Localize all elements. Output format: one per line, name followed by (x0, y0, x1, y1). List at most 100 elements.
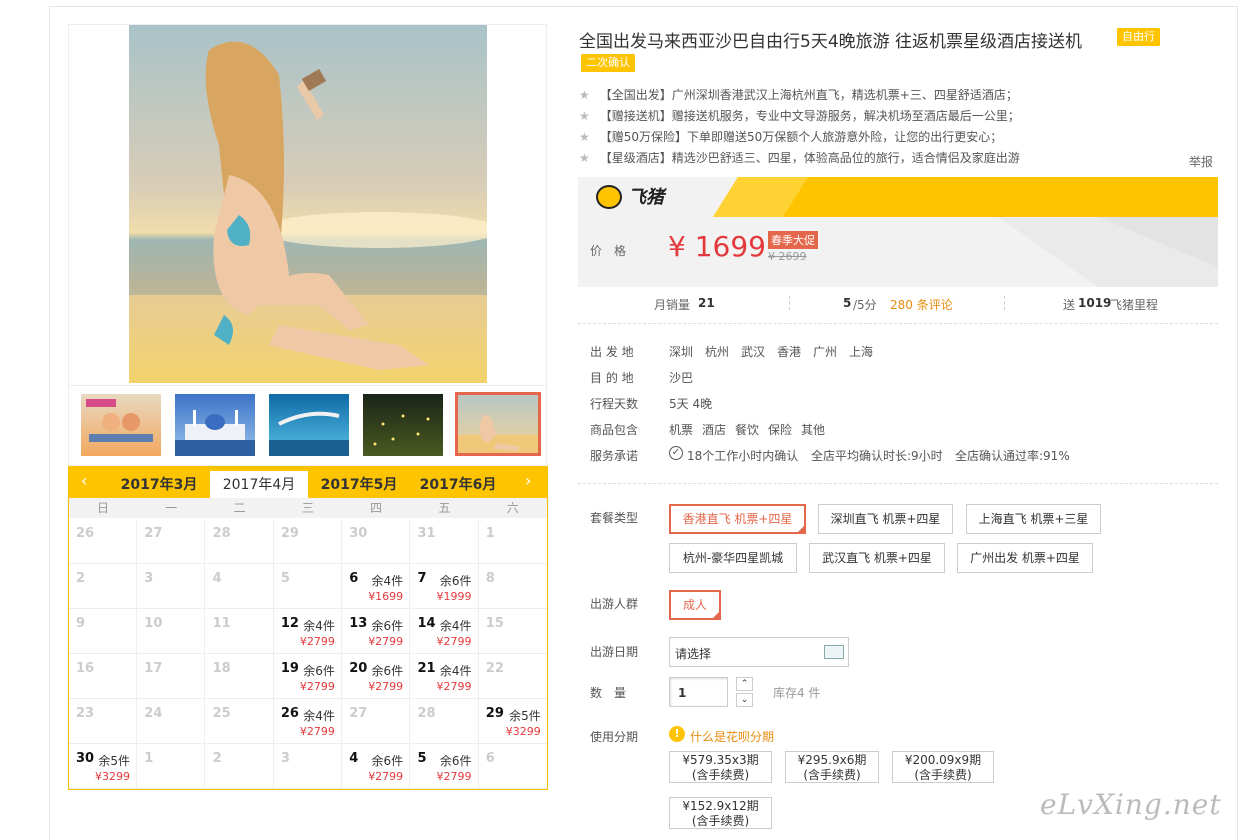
day-remaining: 余4件 (303, 709, 335, 723)
quantity-label: 数 量 (590, 686, 627, 700)
calendar-day-cell[interactable]: 6 余4件 ¥1699 (342, 564, 411, 609)
day-number: 4 (212, 571, 222, 586)
calendar-day-cell[interactable]: 20 余6件 ¥2799 (342, 654, 411, 699)
calendar-day-cell[interactable]: 4 余6件 ¥2799 (342, 744, 411, 789)
day-remaining: 余6件 (371, 664, 404, 678)
mileage-suffix: 飞猪里程 (1110, 298, 1159, 312)
thumbnail-5[interactable] (455, 392, 541, 456)
selected-corner-icon (711, 610, 721, 620)
original-price: ¥ 2699 (768, 250, 807, 263)
departure-label: 出 发 地 (590, 345, 634, 359)
report-link[interactable]: 举报 (1189, 153, 1213, 170)
installment-label: 使用分期 (590, 730, 639, 744)
day-number: 2 (212, 751, 222, 766)
day-price: ¥2799 (368, 635, 404, 648)
calendar-day-cell[interactable]: 5 余6件 ¥2799 (410, 744, 479, 789)
calendar-month-tab-4[interactable]: 2017年6月 (409, 471, 507, 498)
selected-corner-icon (796, 524, 806, 534)
weekday-label: 三 (301, 501, 314, 515)
package-option[interactable]: 深圳直飞 机票+四星 (818, 504, 953, 534)
day-number: 16 (76, 661, 95, 676)
calendar-day-cell: 4 (205, 564, 274, 609)
day-number: 5 (417, 751, 427, 766)
main-product-image (129, 25, 487, 383)
day-number: 5 (280, 571, 290, 586)
installment-option[interactable]: ¥152.9x12期 (含手续费) (669, 797, 772, 829)
price-label: 价 格 (590, 244, 627, 258)
calendar-day-cell[interactable]: 14 余4件 ¥2799 (410, 609, 479, 654)
calendar-day-cell[interactable]: 13 余6件 ¥2799 (342, 609, 411, 654)
include-item: 保险 (768, 423, 793, 437)
package-option[interactable]: 杭州-豪华四星凯城 (669, 543, 797, 573)
quantity-input[interactable]: 1 (669, 677, 728, 707)
calendar-day-cell[interactable]: 21 余4件 ¥2799 (410, 654, 479, 699)
package-option[interactable]: 武汉直飞 机票+四星 (809, 543, 945, 573)
date-picker-input[interactable]: 请选择 (669, 637, 849, 667)
rating-value: 5 (843, 296, 852, 310)
calendar-month-tab-1[interactable]: 2017年3月 (110, 471, 208, 498)
qty-increase-icon[interactable]: ⌃ (736, 677, 753, 691)
calendar-day-cell: 9 (69, 609, 137, 654)
feature-item: ★ 【赠接送机】赠接送机服务，专业中文导游服务，解决机场至酒店最后一公里； (579, 109, 1020, 123)
day-number: 8 (485, 571, 495, 586)
calendar-icon[interactable] (824, 645, 844, 659)
day-number: 27 (144, 526, 163, 541)
package-option[interactable]: 广州出发 机票+四星 (957, 543, 1093, 573)
day-number: 26 (280, 706, 299, 721)
day-remaining: 余4件 (303, 619, 335, 633)
departure-city: 上海 (849, 345, 874, 359)
info-icon: ! (669, 726, 685, 742)
qty-decrease-icon[interactable]: ⌄ (736, 693, 753, 707)
calendar-day-cell[interactable]: 7 余6件 ¥1999 (410, 564, 479, 609)
calendar-day-cell: 22 (478, 654, 547, 699)
thumbnail-2[interactable] (175, 394, 255, 456)
traveler-option-selected[interactable]: 成人 (669, 590, 721, 620)
installment-help-link[interactable]: 什么是花呗分期 (690, 728, 774, 745)
calendar-day-cell[interactable]: 30 余5件 ¥3299 (69, 744, 137, 789)
day-number: 4 (349, 751, 359, 766)
calendar-day-cell: 8 (478, 564, 547, 609)
day-number: 10 (144, 616, 163, 631)
day-number: 19 (280, 661, 299, 676)
calendar-day-cell[interactable]: 12 余4件 ¥2799 (273, 609, 342, 654)
thumbnail-4[interactable] (363, 394, 443, 456)
day-number: 30 (349, 526, 368, 541)
day-number: 31 (417, 526, 436, 541)
day-number: 1 (144, 751, 154, 766)
star-icon: ★ (579, 109, 590, 123)
calendar-day-cell[interactable]: 19 余6件 ¥2799 (273, 654, 342, 699)
section-divider (578, 483, 1218, 484)
day-number: 15 (485, 616, 504, 631)
monthly-sales-label: 月销量 (654, 298, 691, 312)
day-number: 12 (280, 616, 299, 631)
day-number: 6 (485, 751, 495, 766)
calendar-day-cell: 10 (137, 609, 206, 654)
day-number: 3 (280, 751, 290, 766)
watermark: eLvXing.net (1040, 788, 1222, 821)
calendar-day-cell[interactable]: 29 余5件 ¥3299 (478, 699, 547, 744)
day-price: ¥2799 (299, 635, 335, 648)
calendar-day-cell[interactable]: 26 余4件 ¥2799 (273, 699, 342, 744)
prev-month-arrow-icon[interactable]: ‹ (81, 471, 87, 491)
day-remaining: 余4件 (371, 574, 404, 588)
installment-option[interactable]: ¥200.09x9期 (含手续费) (892, 751, 994, 783)
thumbnail-3[interactable] (269, 394, 349, 456)
day-remaining: 余5件 (98, 754, 130, 768)
installment-option[interactable]: ¥579.35x3期 (含手续费) (669, 751, 772, 783)
includes-label: 商品包含 (590, 423, 639, 437)
calendar-month-tab-3[interactable]: 2017年5月 (310, 471, 408, 498)
thumbnail-1[interactable] (81, 394, 161, 456)
calendar-month-tab-2[interactable]: 2017年4月 (210, 471, 308, 498)
weekday-label: 二 (233, 501, 246, 515)
next-month-arrow-icon[interactable]: › (525, 471, 531, 491)
package-option-selected[interactable]: 香港直飞 机票+四星 (669, 504, 806, 534)
feature-item: ★ 【赠50万保险】下单即赠送50万保额个人旅游意外险，让您的出行更安心； (579, 130, 1003, 144)
promo-badge: 春季大促 (768, 231, 818, 249)
calendar-day-cell: 24 (137, 699, 206, 744)
reviews-link[interactable]: 280 条评论 (890, 296, 953, 313)
calendar-day-cell: 6 (478, 744, 547, 789)
day-number: 23 (76, 706, 95, 721)
installment-option[interactable]: ¥295.9x6期 (含手续费) (785, 751, 879, 783)
package-option[interactable]: 上海直飞 机票+三星 (966, 504, 1101, 534)
service-label: 服务承诺 (590, 449, 639, 463)
